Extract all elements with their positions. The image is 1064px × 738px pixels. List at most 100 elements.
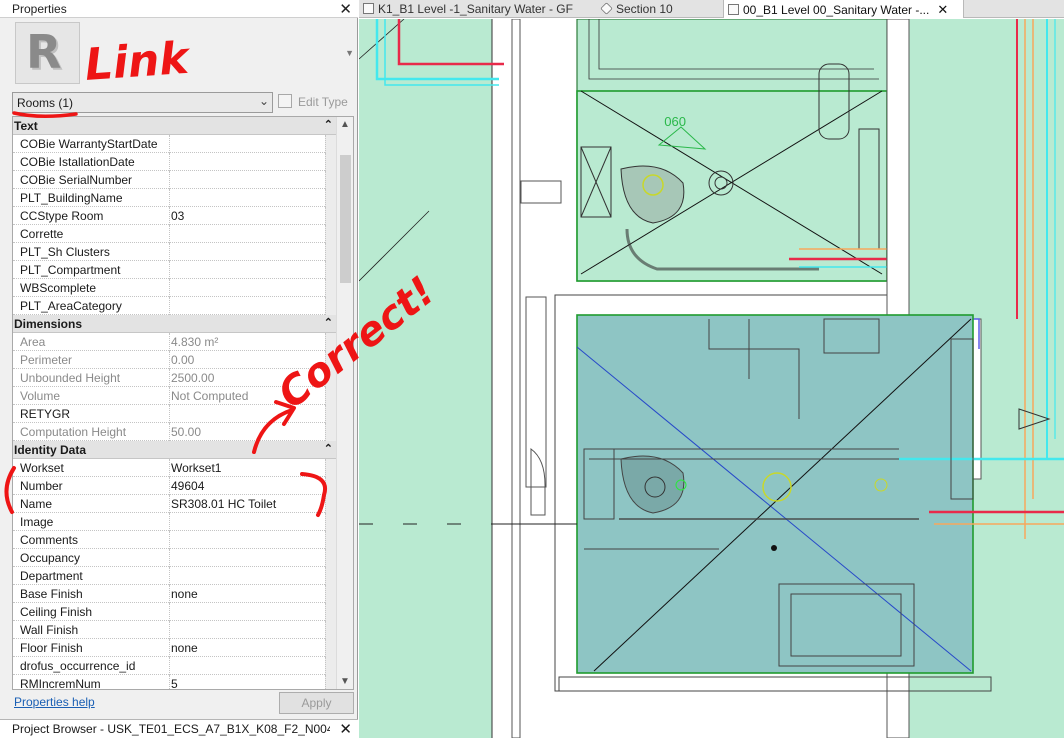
section-title: Text	[14, 119, 38, 133]
property-row: Perimeter 0.00	[13, 351, 337, 369]
project-browser-bar[interactable]: Project Browser - USK_TE01_ECS_A7_B1X_K0…	[0, 719, 358, 738]
column-divider	[169, 243, 170, 261]
column-divider	[169, 603, 170, 621]
property-name: Unbounded Height	[20, 371, 121, 385]
section-header[interactable]: Dimensions ⌃	[13, 315, 337, 333]
column-divider	[169, 387, 170, 405]
column-divider	[169, 207, 170, 225]
collapse-icon[interactable]: ⌃	[324, 442, 333, 455]
tab-section-10[interactable]: Section 10	[597, 0, 721, 18]
column-divider	[169, 639, 170, 657]
property-row[interactable]: RETYGR	[13, 405, 337, 423]
scroll-up-icon[interactable]: ▲	[340, 119, 350, 130]
property-name: Volume	[20, 389, 61, 403]
type-selector-arrow-icon[interactable]: ▼	[345, 48, 354, 58]
apply-button[interactable]: Apply	[279, 692, 354, 714]
column-divider	[169, 189, 170, 207]
property-value[interactable]: 49604	[171, 479, 325, 493]
property-value: 50.00	[171, 425, 202, 439]
properties-close-icon[interactable]: ✕	[339, 0, 352, 18]
property-row[interactable]: Name SR308.01 HC Toilet	[13, 495, 337, 513]
property-value[interactable]: none	[171, 641, 325, 655]
property-name: Area	[20, 335, 46, 349]
project-browser-close-icon[interactable]: ✕	[339, 720, 352, 738]
property-row[interactable]: Number 49604	[13, 477, 337, 495]
property-value[interactable]: none	[171, 587, 325, 601]
property-row[interactable]: Corrette	[13, 225, 337, 243]
property-row[interactable]: Ceiling Finish	[13, 603, 337, 621]
property-row[interactable]: drofus_occurrence_id	[13, 657, 337, 675]
property-row[interactable]: Department	[13, 567, 337, 585]
property-row[interactable]: Occupancy	[13, 549, 337, 567]
property-row[interactable]: PLT_Compartment	[13, 261, 337, 279]
property-value[interactable]: Workset1	[171, 461, 325, 475]
chevron-down-icon[interactable]: ⌄	[259, 94, 269, 108]
column-divider	[169, 279, 170, 297]
property-row[interactable]: Wall Finish	[13, 621, 337, 639]
property-name: COBie IstallationDate	[20, 155, 135, 169]
room-center-point	[771, 545, 777, 551]
edit-type-icon	[278, 94, 292, 108]
tab-close-icon[interactable]: ✕	[937, 2, 948, 17]
property-value: Not Computed	[171, 389, 249, 403]
property-row[interactable]: PLT_Sh Clusters	[13, 243, 337, 261]
column-divider	[169, 225, 170, 243]
property-value[interactable]: SR308.01 HC Toilet	[171, 497, 325, 511]
property-row[interactable]: COBie WarrantyStartDate	[13, 135, 337, 153]
scroll-thumb[interactable]	[340, 155, 351, 283]
property-row[interactable]: CCStype Room 03	[13, 207, 337, 225]
property-name: Number	[20, 479, 63, 493]
property-name: CCStype Room	[20, 209, 104, 223]
plan-view-icon	[363, 3, 374, 14]
filter-row: Rooms (1) ⌄ Edit Type	[12, 92, 354, 114]
properties-title: Properties	[12, 2, 67, 16]
property-row[interactable]: Workset Workset1	[13, 459, 337, 477]
column-divider	[169, 171, 170, 189]
column-divider	[169, 351, 170, 369]
property-row[interactable]: PLT_AreaCategory	[13, 297, 337, 315]
tab-label: 00_B1 Level 00_Sanitary Water -...	[743, 3, 930, 17]
property-row[interactable]: COBie SerialNumber	[13, 171, 337, 189]
column-divider	[169, 135, 170, 153]
property-value[interactable]: 5	[171, 677, 325, 689]
property-value: 2500.00	[171, 371, 215, 385]
property-name: WBScomplete	[20, 281, 97, 295]
type-selector[interactable]: R ▼	[12, 20, 354, 90]
element-filter-combo[interactable]: Rooms (1) ⌄	[12, 92, 273, 113]
property-row[interactable]: PLT_BuildingName	[13, 189, 337, 207]
column-divider	[169, 657, 170, 675]
properties-scrollbar[interactable]: ▲ ▼	[336, 117, 353, 689]
pipe-fitting	[520, 180, 562, 204]
view-tab-bar: K1_B1 Level -1_Sanitary Water - GF Secti…	[359, 0, 1064, 18]
collapse-icon[interactable]: ⌃	[324, 118, 333, 131]
collapse-icon[interactable]: ⌃	[324, 316, 333, 329]
floor-plan-canvas[interactable]: 090	[359, 19, 1064, 738]
pipe-bend	[530, 448, 546, 516]
property-row[interactable]: Floor Finish none	[13, 639, 337, 657]
property-row[interactable]: COBie IstallationDate	[13, 153, 337, 171]
property-name: RMIncremNum	[20, 677, 101, 690]
property-name: RETYGR	[20, 407, 71, 421]
property-row[interactable]: Image	[13, 513, 337, 531]
property-row[interactable]: WBScomplete	[13, 279, 337, 297]
column-divider	[169, 423, 170, 441]
section-header[interactable]: Text ⌃	[13, 117, 337, 135]
property-name: PLT_Sh Clusters	[20, 245, 110, 259]
column-divider	[169, 477, 170, 495]
property-row[interactable]: Comments	[13, 531, 337, 549]
property-name: Ceiling Finish	[20, 605, 93, 619]
scroll-down-icon[interactable]: ▼	[340, 676, 350, 687]
property-row[interactable]: RMIncremNum 5	[13, 675, 337, 690]
column-divider	[169, 153, 170, 171]
tab-level-minus1-sanitary[interactable]: K1_B1 Level -1_Sanitary Water - GF	[359, 0, 595, 18]
property-row[interactable]: Base Finish none	[13, 585, 337, 603]
property-value[interactable]: 03	[171, 209, 325, 223]
edit-type-button[interactable]: Edit Type	[278, 92, 354, 113]
drawing-view[interactable]: K1_B1 Level -1_Sanitary Water - GF Secti…	[359, 0, 1064, 738]
tab-level-00-sanitary[interactable]: 00_B1 Level 00_Sanitary Water -... ✕	[723, 0, 964, 18]
property-name: Base Finish	[20, 587, 83, 601]
property-name: Name	[20, 497, 53, 511]
column-divider	[169, 531, 170, 549]
section-header[interactable]: Identity Data ⌃	[13, 441, 337, 459]
properties-help-link[interactable]: Properties help	[14, 695, 95, 709]
